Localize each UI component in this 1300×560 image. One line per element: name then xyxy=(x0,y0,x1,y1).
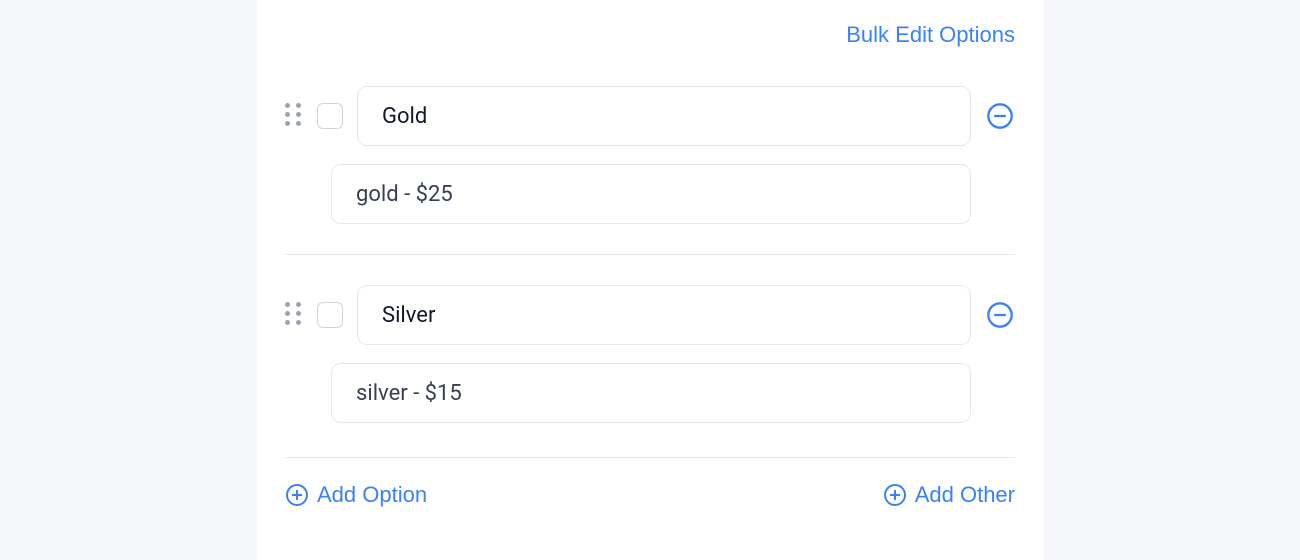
minus-circle-icon xyxy=(986,301,1014,329)
option-detail-input[interactable] xyxy=(331,164,971,224)
remove-option-button[interactable] xyxy=(985,101,1015,131)
option-row xyxy=(285,76,1015,254)
option-name-input[interactable] xyxy=(357,285,971,345)
bulk-edit-options-button[interactable]: Bulk Edit Options xyxy=(846,22,1015,48)
option-main-row xyxy=(285,86,1015,146)
drag-handle-icon[interactable] xyxy=(285,302,303,328)
add-option-button[interactable]: Add Option xyxy=(285,482,427,508)
plus-circle-icon xyxy=(883,483,907,507)
add-other-label: Add Other xyxy=(915,482,1015,508)
drag-handle-icon[interactable] xyxy=(285,103,303,129)
option-detail-row xyxy=(285,363,1015,423)
add-option-label: Add Option xyxy=(317,482,427,508)
option-row xyxy=(285,254,1015,453)
footer-row: Add Option Add Other xyxy=(285,457,1015,508)
option-detail-input[interactable] xyxy=(331,363,971,423)
option-main-row xyxy=(285,285,1015,345)
option-checkbox[interactable] xyxy=(317,103,343,129)
options-panel: Bulk Edit Options xyxy=(257,0,1043,560)
minus-circle-icon xyxy=(986,102,1014,130)
option-checkbox[interactable] xyxy=(317,302,343,328)
plus-circle-icon xyxy=(285,483,309,507)
option-detail-row xyxy=(285,164,1015,224)
remove-option-button[interactable] xyxy=(985,300,1015,330)
add-other-button[interactable]: Add Other xyxy=(883,482,1015,508)
header-row: Bulk Edit Options xyxy=(285,22,1015,48)
option-name-input[interactable] xyxy=(357,86,971,146)
